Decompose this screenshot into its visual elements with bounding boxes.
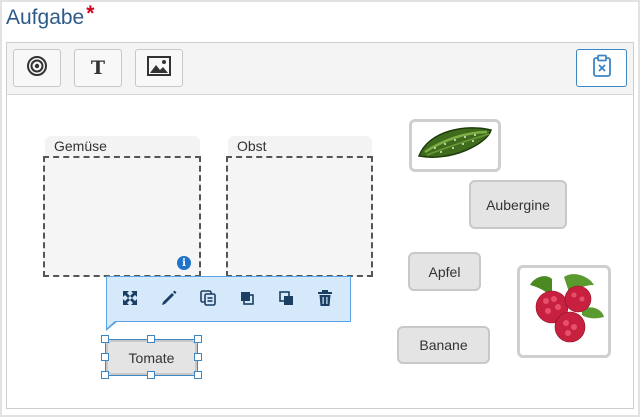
resize-handle-top-right[interactable] xyxy=(194,335,202,343)
send-to-back-button[interactable] xyxy=(275,289,297,311)
cucumber-image xyxy=(415,122,495,169)
raspberry-image xyxy=(522,269,606,354)
required-marker: * xyxy=(86,2,95,25)
draggable-item-apfel[interactable]: Apfel xyxy=(408,252,481,291)
info-icon[interactable]: i xyxy=(177,256,191,270)
copy-icon xyxy=(199,289,217,312)
edit-button[interactable] xyxy=(158,289,180,311)
delete-button[interactable] xyxy=(314,289,336,311)
resize-handle-right[interactable] xyxy=(194,353,202,361)
resize-handle-bottom[interactable] xyxy=(147,371,155,379)
item-label: Aubergine xyxy=(486,196,550,213)
page-title: Aufgabe* xyxy=(6,2,94,30)
add-dropzone-button[interactable] xyxy=(13,49,61,87)
draggable-item-aubergine[interactable]: Aubergine xyxy=(469,180,567,229)
move-button[interactable] xyxy=(119,289,141,311)
item-label: Banane xyxy=(419,337,468,353)
clipboard-close-icon xyxy=(592,54,612,83)
bring-to-front-button[interactable] xyxy=(236,289,258,311)
add-text-button[interactable]: T xyxy=(74,49,122,87)
page-title-text: Aufgabe xyxy=(6,6,85,29)
clipboard-button[interactable] xyxy=(576,49,627,87)
draggable-item-banane[interactable]: Banane xyxy=(397,326,490,364)
trash-icon xyxy=(317,289,333,312)
element-context-toolbar xyxy=(106,276,351,322)
editor-toolbar: T xyxy=(7,43,633,95)
move-icon xyxy=(121,289,139,312)
pencil-icon xyxy=(160,289,178,312)
dropzone-label-obst: Obst xyxy=(228,136,372,156)
image-icon xyxy=(147,55,171,81)
resize-handle-left[interactable] xyxy=(101,353,109,361)
target-icon xyxy=(26,55,48,82)
resize-handle-bottom-left[interactable] xyxy=(101,371,109,379)
text-icon: T xyxy=(90,57,106,79)
duplicate-button[interactable] xyxy=(197,289,219,311)
add-image-button[interactable] xyxy=(135,49,183,87)
item-label: Apfel xyxy=(428,263,461,280)
resize-handle-top-left[interactable] xyxy=(101,335,109,343)
draggable-image-raspberry[interactable] xyxy=(517,265,611,358)
draggable-image-cucumber[interactable] xyxy=(409,119,501,172)
bring-to-front-icon xyxy=(238,289,256,312)
resize-handle-top[interactable] xyxy=(147,335,155,343)
resize-handle-bottom-right[interactable] xyxy=(194,371,202,379)
dropzone-obst[interactable] xyxy=(226,156,373,277)
send-to-back-icon xyxy=(277,289,295,312)
dropzone-label-gemuese: Gemüse xyxy=(45,136,200,156)
context-toolbar-pointer-fill xyxy=(107,320,116,328)
